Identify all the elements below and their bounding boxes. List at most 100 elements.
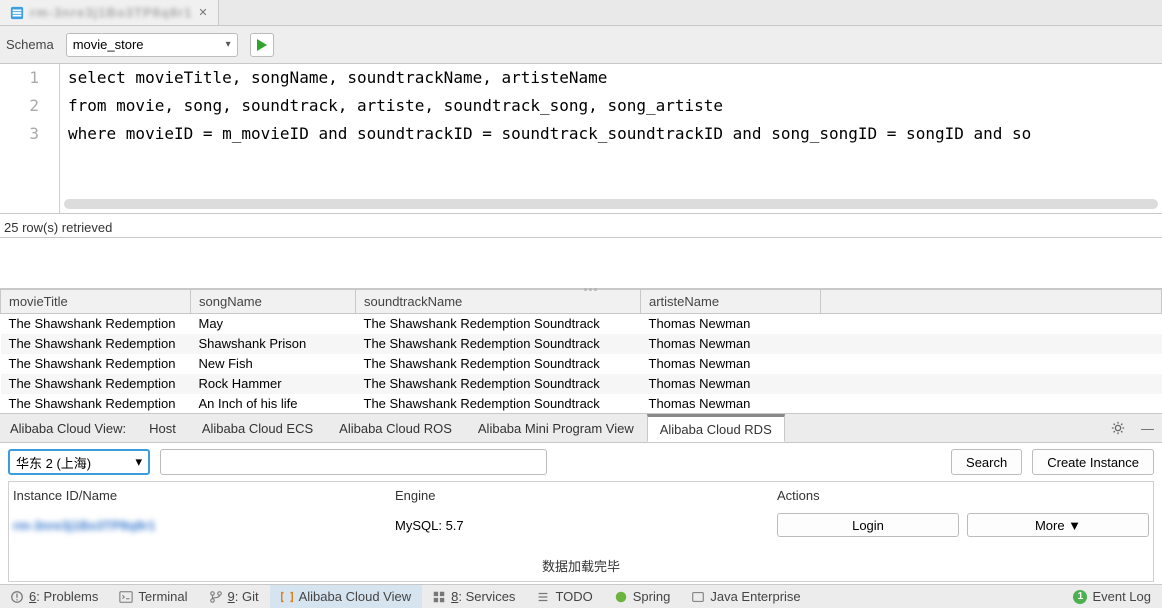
todo-tool[interactable]: TODO [526,585,603,608]
table-cell: The Shawshank Redemption Soundtrack [356,334,641,354]
horizontal-scrollbar[interactable] [64,199,1158,209]
cloud-tab-host[interactable]: Host [136,414,189,442]
event-log-label: Event Log [1092,589,1151,604]
mnemonic-key: 6 [29,589,36,604]
region-selected: 华东 2 (上海) [16,453,91,472]
column-header[interactable]: songName [191,290,356,314]
problems-label: Problems [43,589,98,604]
search-button[interactable]: Search [951,449,1022,475]
table-row[interactable]: The Shawshank RedemptionMayThe Shawshank… [1,314,1162,334]
mnemonic-key: 8 [451,589,458,604]
instance-table: Instance ID/Name Engine Actions rm-3nre3… [8,481,1154,582]
problems-tool[interactable]: 6: Problems [0,585,109,608]
file-tab[interactable]: rm-3nre3j1Bo3TP8q8r1 ✕ [0,0,219,25]
editor-line: from movie, song, soundtrack, artiste, s… [68,92,1162,120]
services-icon [432,590,446,604]
db-box-icon [10,6,24,20]
splitter-handle[interactable] [581,288,599,292]
column-header: Actions [777,488,1149,503]
hide-button[interactable]: — [1133,414,1162,442]
splitter-area [0,238,1162,288]
results-header-row: movieTitle songName soundtrackName artis… [1,290,1162,314]
schema-select[interactable]: movie_store ▾ [66,33,238,57]
instance-id-link[interactable]: rm-3nre3j1Bo3TP8q8r1 [13,518,155,533]
sql-editor[interactable]: 1 2 3 select movieTitle, songName, sound… [0,64,1162,214]
table-cell: An Inch of his life [191,394,356,414]
event-count-badge: 1 [1073,590,1087,604]
column-header[interactable]: movieTitle [1,290,191,314]
run-button[interactable] [250,33,274,57]
search-input[interactable] [160,449,547,475]
line-number: 1 [0,64,39,92]
table-cell: Thomas Newman [641,374,821,394]
services-tool[interactable]: 8: Services [422,585,526,608]
column-header[interactable]: artisteName [641,290,821,314]
cloud-tab-alibaba-cloud-rds[interactable]: Alibaba Cloud RDS [647,414,785,442]
todo-label: TODO [555,589,592,604]
table-cell-blank [821,334,1162,354]
instance-header: Instance ID/Name Engine Actions [9,482,1153,509]
mnemonic-key: 9 [228,589,235,604]
table-cell: The Shawshank Redemption [1,354,191,374]
table-cell: The Shawshank Redemption Soundtrack [356,354,641,374]
table-cell-blank [821,314,1162,334]
table-cell: May [191,314,356,334]
chevron-down-icon: ▾ [135,454,142,470]
ide-statusbar: 6: Problems Terminal 9: Git Alibaba Clou… [0,584,1162,608]
results-table: movieTitle songName soundtrackName artis… [0,288,1162,413]
table-cell: Thomas Newman [641,354,821,374]
editor-line: select movieTitle, songName, soundtrackN… [68,64,1162,92]
cloud-tab-alibaba-mini-program-view[interactable]: Alibaba Mini Program View [465,414,647,442]
column-header: Instance ID/Name [13,488,395,503]
editor-line: where movieID = m_movieID and soundtrack… [68,120,1162,148]
table-cell: The Shawshank Redemption Soundtrack [356,374,641,394]
terminal-label: Terminal [138,589,187,604]
schema-selected: movie_store [73,37,144,52]
table-cell: New Fish [191,354,356,374]
table-row[interactable]: The Shawshank RedemptionAn Inch of his l… [1,394,1162,414]
cloud-tab-alibaba-cloud-ecs[interactable]: Alibaba Cloud ECS [189,414,326,442]
cloud-tab-alibaba-cloud-ros[interactable]: Alibaba Cloud ROS [326,414,465,442]
terminal-tool[interactable]: Terminal [109,585,198,608]
region-select[interactable]: 华东 2 (上海) ▾ [8,449,150,475]
table-cell: The Shawshank Redemption [1,314,191,334]
column-header[interactable]: soundtrackName [356,290,641,314]
services-label: Services [466,589,516,604]
cloud-view-tabbar: Alibaba Cloud View: HostAlibaba Cloud EC… [0,413,1162,443]
git-branch-icon [209,590,223,604]
editor-gutter: 1 2 3 [0,64,60,213]
create-instance-button[interactable]: Create Instance [1032,449,1154,475]
git-label: Git [242,589,259,604]
event-log-tool[interactable]: 1 Event Log [1063,585,1162,608]
file-tab-label: rm-3nre3j1Bo3TP8q8r1 [30,5,192,20]
instance-engine: MySQL: 5.7 [395,518,777,533]
bracket-icon [280,590,294,604]
table-cell: The Shawshank Redemption [1,334,191,354]
loading-status: 数据加载完毕 [9,552,1153,581]
schema-label: Schema [6,37,54,52]
alibaba-cloud-view-tool[interactable]: Alibaba Cloud View [270,585,423,608]
git-tool[interactable]: 9: Git [199,585,270,608]
table-row[interactable]: The Shawshank RedemptionNew FishThe Shaw… [1,354,1162,374]
java-ee-label: Java Enterprise [710,589,800,604]
table-row[interactable]: The Shawshank RedemptionRock HammerThe S… [1,374,1162,394]
editor-content[interactable]: select movieTitle, songName, soundtrackN… [60,64,1162,213]
table-cell-blank [821,354,1162,374]
spring-icon [614,590,628,604]
chevron-down-icon: ▾ [226,39,231,50]
spring-tool[interactable]: Spring [604,585,682,608]
table-cell: The Shawshank Redemption Soundtrack [356,394,641,414]
settings-button[interactable] [1103,414,1133,442]
terminal-icon [119,590,133,604]
close-icon[interactable]: ✕ [198,6,207,19]
table-cell: Thomas Newman [641,314,821,334]
table-row[interactable]: The Shawshank RedemptionShawshank Prison… [1,334,1162,354]
java-enterprise-tool[interactable]: Java Enterprise [681,585,811,608]
login-button[interactable]: Login [777,513,959,537]
line-number: 2 [0,92,39,120]
alicloud-label: Alibaba Cloud View [299,589,412,604]
more-button[interactable]: More ▼ [967,513,1149,537]
column-header-blank [821,290,1162,314]
table-cell: Rock Hammer [191,374,356,394]
play-icon [257,39,267,51]
